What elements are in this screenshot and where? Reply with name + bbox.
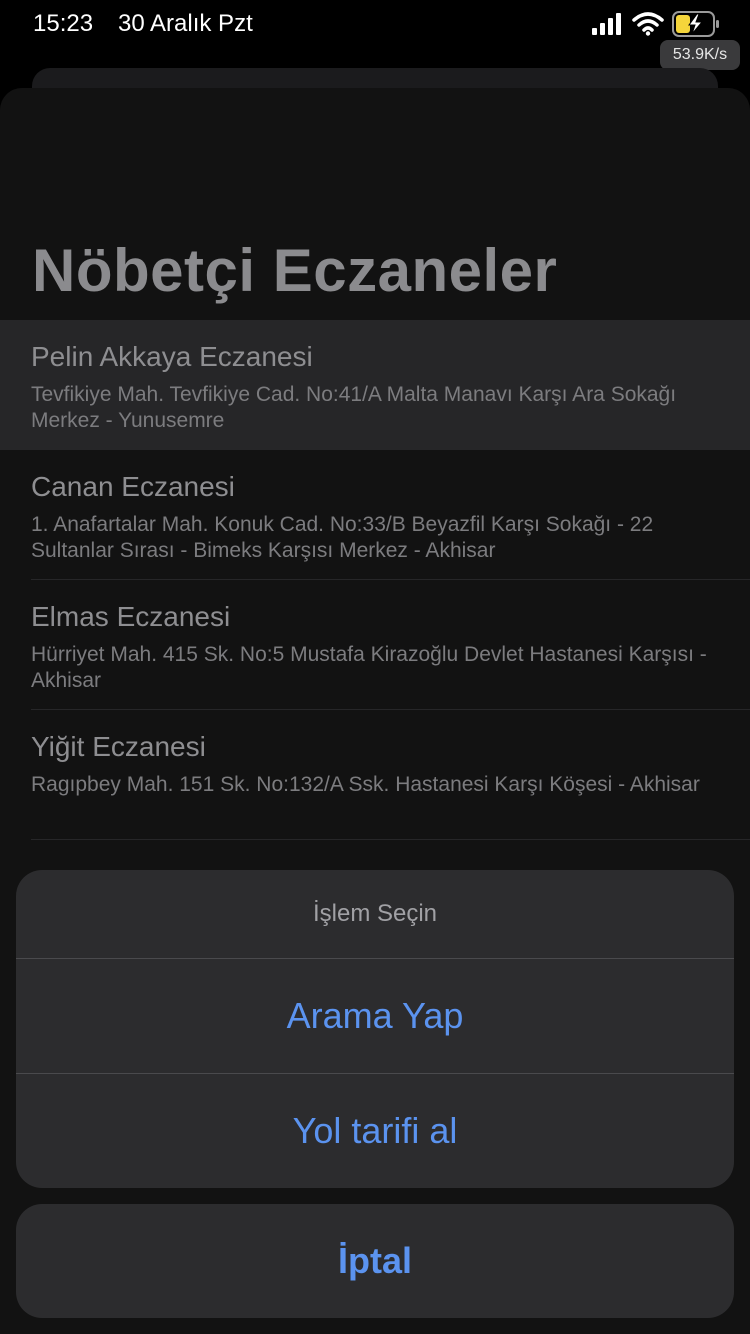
page-title: Nöbetçi Eczaneler	[32, 237, 558, 304]
pharmacy-name: Pelin Akkaya Eczanesi	[31, 341, 313, 372]
directions-button[interactable]: Yol tarifi al	[16, 1074, 734, 1188]
cancel-button[interactable]: İptal	[16, 1204, 734, 1318]
network-speed-badge: 53.9K/s	[660, 40, 740, 70]
action-sheet: İşlem Seçin Arama Yap Yol tarifi al	[16, 870, 734, 1188]
status-date: 30 Aralık Pzt	[118, 10, 253, 37]
screen: 15:23 30 Aralık Pzt 53.9K/s Nöbetçi Ecza…	[0, 0, 750, 1334]
list-item[interactable]: Canan Eczanesi 1. Anafartalar Mah. Konuk…	[0, 450, 750, 580]
pharmacy-address: Hürriyet Mah. 415 Sk. No:5 Mustafa Kiraz…	[31, 643, 707, 692]
battery-charging-icon	[672, 11, 719, 37]
cancel-sheet: İptal	[16, 1204, 734, 1318]
pharmacy-address: Ragıpbey Mah. 151 Sk. No:132/A Ssk. Hast…	[31, 773, 700, 796]
pharmacy-list: Pelin Akkaya Eczanesi Tevfikiye Mah. Tev…	[0, 320, 750, 840]
pharmacy-name: Canan Eczanesi	[31, 471, 235, 502]
call-button[interactable]: Arama Yap	[16, 959, 734, 1074]
status-bar: 15:23 30 Aralık Pzt 53.9K/s	[0, 0, 750, 70]
status-time: 15:23	[33, 10, 94, 37]
list-item[interactable]: Elmas Eczanesi Hürriyet Mah. 415 Sk. No:…	[0, 580, 750, 710]
list-item[interactable]: Yiğit Eczanesi Ragıpbey Mah. 151 Sk. No:…	[0, 710, 750, 840]
pharmacy-address: Tevfikiye Mah. Tevfikiye Cad. No:41/A Ma…	[31, 383, 677, 432]
list-item[interactable]: Pelin Akkaya Eczanesi Tevfikiye Mah. Tev…	[0, 320, 750, 450]
pharmacy-name: Yiğit Eczanesi	[31, 731, 206, 762]
signal-icon	[592, 13, 621, 35]
wifi-icon	[632, 12, 664, 36]
action-sheet-title: İşlem Seçin	[16, 870, 734, 959]
pharmacy-address: 1. Anafartalar Mah. Konuk Cad. No:33/B B…	[31, 513, 654, 562]
pharmacy-name: Elmas Eczanesi	[31, 601, 231, 632]
